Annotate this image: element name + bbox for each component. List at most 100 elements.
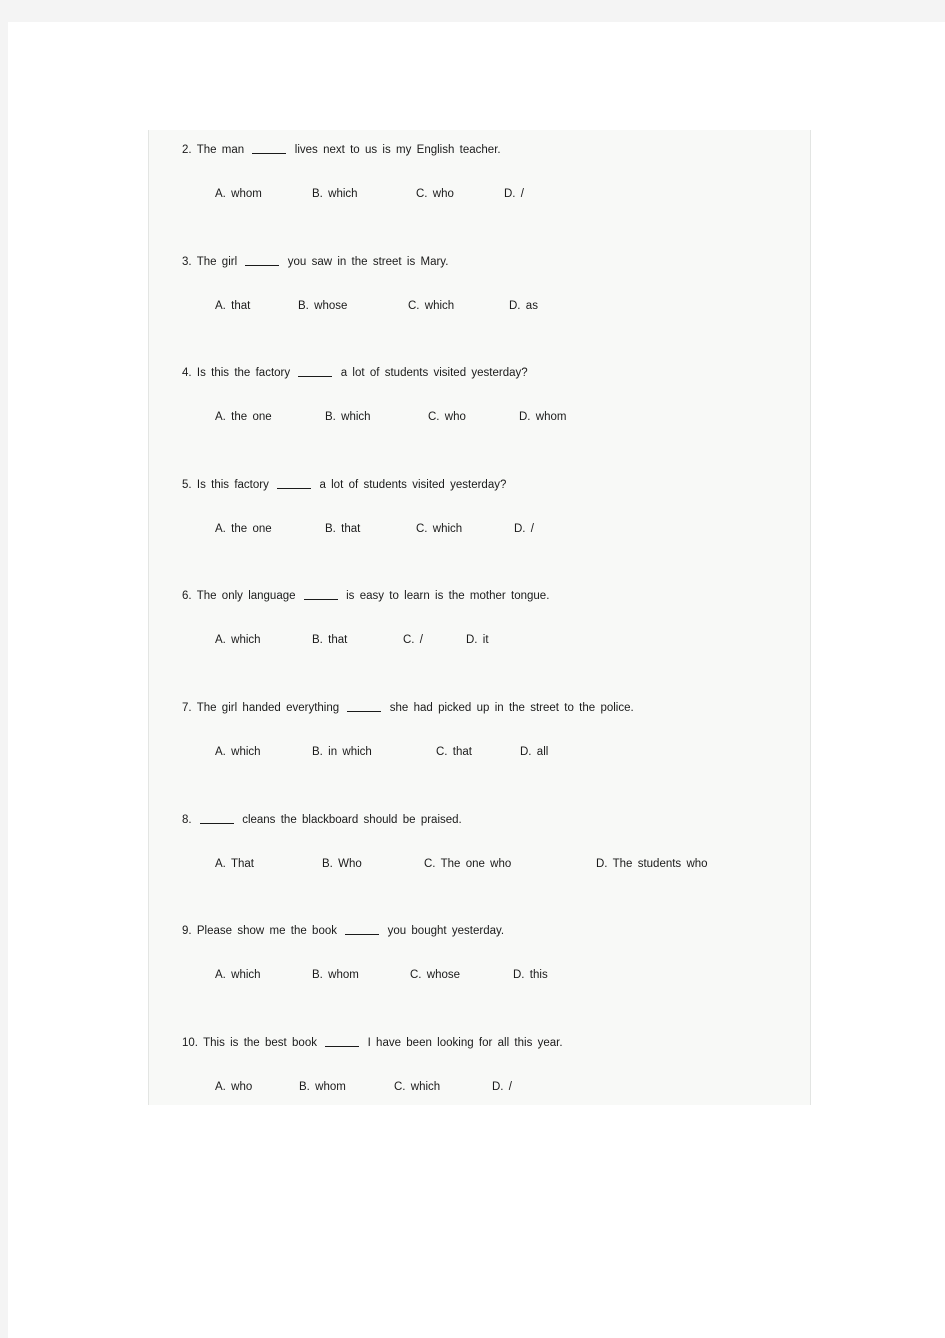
option-choice[interactable]: C. that	[436, 745, 472, 759]
question-text-before-blank: The girl	[196, 255, 238, 268]
option-choice[interactable]: B. that	[312, 633, 347, 647]
option-text: which	[410, 1080, 441, 1093]
option-text: which	[231, 746, 261, 758]
option-letter: B.	[312, 746, 323, 758]
question-block: 8. cleans the blackboard should be prais…	[149, 800, 810, 912]
question-number: 4.	[182, 367, 192, 380]
option-choice[interactable]: C. who	[428, 410, 466, 424]
option-letter: D.	[520, 746, 532, 758]
option-choice[interactable]: D. this	[513, 968, 548, 982]
option-choice[interactable]: A. the one	[215, 410, 272, 424]
question-number: 5.	[182, 478, 192, 491]
question-block: 9. Please show me the book you bought ye…	[149, 911, 810, 1023]
option-choice[interactable]: A. who	[215, 1080, 252, 1094]
question-block: 3. The girl you saw in the street is Mar…	[149, 242, 810, 354]
option-letter: C.	[424, 857, 436, 870]
option-text: that	[231, 299, 251, 312]
option-text: /	[508, 1080, 512, 1093]
option-choice[interactable]: B. which	[312, 187, 358, 201]
option-text: /	[419, 634, 423, 647]
option-letter: D.	[513, 969, 525, 982]
question-text-after-blank: you bought yesterday.	[387, 925, 505, 938]
option-letter: B.	[298, 299, 309, 312]
option-choice[interactable]: C. which	[394, 1080, 440, 1094]
question-text-after-blank: a lot of students visited yesterday?	[340, 367, 528, 380]
question-block: 4. Is this the factory a lot of students…	[149, 353, 810, 465]
option-letter: A.	[215, 746, 226, 758]
answer-blank	[298, 376, 333, 378]
option-letter: A.	[215, 522, 226, 535]
option-choice[interactable]: A. That	[215, 857, 254, 871]
option-choice[interactable]: C. /	[403, 633, 423, 647]
option-choice[interactable]: D. all	[520, 745, 548, 759]
question-text: 5. Is this factory a lot of students vis…	[182, 478, 806, 492]
option-letter: B.	[325, 522, 336, 535]
option-letter: C.	[416, 188, 428, 200]
option-letter: C.	[403, 634, 415, 647]
answer-blank	[199, 822, 234, 824]
option-choice[interactable]: C. whose	[410, 968, 460, 982]
question-number: 10.	[182, 1036, 198, 1049]
question-text-before-blank: The man	[196, 144, 245, 156]
option-letter: D.	[466, 634, 478, 647]
option-letter: C.	[394, 1080, 406, 1093]
option-choice[interactable]: A. whom	[215, 187, 262, 201]
option-text: which	[231, 969, 261, 982]
question-text-after-blank: she had picked up in the street to the p…	[389, 702, 634, 714]
option-text: the one	[231, 411, 272, 424]
question-text-after-blank: is easy to learn is the mother tongue.	[346, 590, 550, 603]
option-choice[interactable]: B. that	[325, 522, 360, 536]
option-choice[interactable]: B. in which	[312, 745, 372, 759]
option-letter: A.	[215, 857, 226, 870]
option-letter: A.	[215, 411, 226, 424]
option-text: That	[230, 857, 254, 870]
option-choice[interactable]: D. /	[492, 1080, 512, 1094]
option-choice[interactable]: B. which	[325, 410, 371, 424]
option-choice[interactable]: A. which	[215, 745, 261, 759]
question-text-after-blank: I have been looking for all this year.	[367, 1036, 563, 1049]
answer-blank	[347, 711, 382, 712]
option-choice[interactable]: B. whom	[299, 1080, 346, 1094]
answer-blank	[277, 487, 312, 489]
option-text: The one who	[440, 857, 512, 870]
option-text: who	[444, 411, 466, 424]
option-text: who	[432, 188, 454, 200]
option-letter: D.	[519, 411, 531, 424]
option-choice[interactable]: D. as	[509, 299, 538, 313]
option-text: that	[452, 746, 472, 758]
option-choice[interactable]: B. whose	[298, 299, 347, 313]
question-number: 7.	[182, 702, 192, 714]
option-choice[interactable]: A. which	[215, 633, 261, 647]
option-choice[interactable]: C. which	[416, 522, 462, 536]
option-choice[interactable]: B. Who	[322, 857, 362, 871]
option-choice[interactable]: A. which	[215, 968, 261, 982]
question-block: 5. Is this factory a lot of students vis…	[149, 465, 810, 577]
answer-blank	[252, 153, 287, 154]
option-choice[interactable]: D. /	[504, 187, 524, 201]
option-choice[interactable]: B. whom	[312, 968, 359, 982]
option-choice[interactable]: A. the one	[215, 522, 272, 536]
option-choice[interactable]: C. which	[408, 299, 454, 313]
question-text: 8. cleans the blackboard should be prais…	[182, 813, 806, 827]
option-choice[interactable]: C. who	[416, 187, 454, 201]
answer-blank	[345, 934, 380, 936]
question-text-after-blank: cleans the blackboard should be praised.	[242, 813, 462, 826]
option-choice[interactable]: D. it	[466, 633, 489, 647]
option-choice[interactable]: D. The students who	[596, 857, 708, 871]
option-text: it	[482, 634, 489, 647]
option-choice[interactable]: D. whom	[519, 410, 566, 424]
option-choice[interactable]: C. The one who	[424, 857, 511, 871]
option-text: whom	[535, 411, 567, 424]
question-text-before-blank: The girl handed everything	[196, 702, 340, 714]
option-text: whose	[426, 969, 461, 982]
option-text: whom	[231, 188, 262, 200]
option-text: who	[231, 1080, 253, 1093]
question-block: 7. The girl handed everything she had pi…	[149, 688, 810, 800]
question-number: 8.	[182, 813, 192, 826]
option-choice[interactable]: D. /	[514, 522, 534, 536]
option-choice[interactable]: A. that	[215, 299, 250, 313]
option-letter: B.	[312, 188, 323, 200]
option-letter: C.	[410, 969, 422, 982]
question-block: 6. The only language is easy to learn is…	[149, 576, 810, 688]
question-text: 4. Is this the factory a lot of students…	[182, 366, 806, 380]
